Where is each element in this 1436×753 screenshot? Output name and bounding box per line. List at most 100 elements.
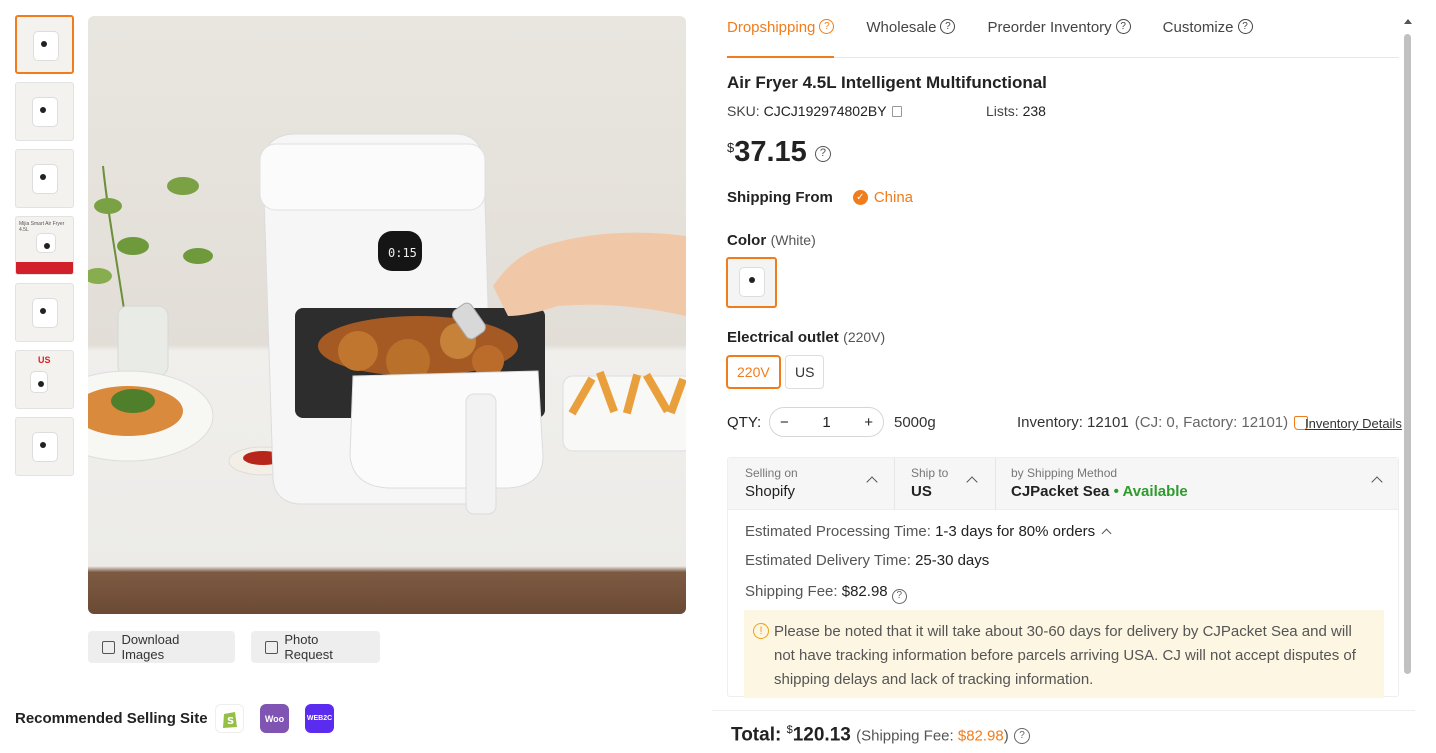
- shopify-icon[interactable]: S: [215, 704, 244, 733]
- chevron-up-icon[interactable]: [1371, 476, 1383, 488]
- tab-customize[interactable]: Customize?: [1163, 16, 1253, 58]
- help-icon[interactable]: ?: [1014, 728, 1031, 745]
- red-band: [16, 262, 73, 274]
- shipping-fee-value: $82.98: [841, 583, 888, 600]
- shipping-method-select[interactable]: by Shipping Method CJPacket Sea • Availa…: [1011, 466, 1188, 500]
- product-title: Air Fryer 4.5L Intelligent Multifunction…: [727, 73, 1047, 92]
- help-icon[interactable]: ?: [814, 145, 831, 162]
- air-fryer-image: [32, 97, 58, 127]
- lists-label: Lists:: [986, 103, 1019, 119]
- inventory-count: Inventory: 12101: [1017, 414, 1129, 431]
- lists-value: 238: [1022, 103, 1046, 119]
- color-swatch-white[interactable]: [726, 257, 777, 308]
- ship-to-label: Ship to: [911, 466, 949, 480]
- scrollbar[interactable]: [1403, 16, 1412, 706]
- thumbnail-4[interactable]: Mijia Smart Air Fryer 4.5L: [15, 216, 74, 275]
- outlet-label-row: Electrical outlet (220V): [727, 329, 885, 347]
- air-fryer-image: [32, 298, 58, 328]
- delivery-value: 25-30 days: [915, 552, 990, 569]
- total-shipping-fee-value: $82.98: [957, 727, 1004, 745]
- processing-label: Estimated Processing Time:: [745, 523, 931, 540]
- delivery-time-row: Estimated Delivery Time: 25-30 days: [745, 552, 989, 569]
- svg-text:S: S: [227, 716, 234, 727]
- scrollbar-thumb[interactable]: [1404, 34, 1411, 674]
- ship-to-value: US: [911, 483, 932, 500]
- thumbnail-6[interactable]: US: [15, 350, 74, 409]
- air-fryer-image: [32, 164, 58, 194]
- recommended-sites: S Woo WEB2C: [215, 704, 334, 733]
- thumbnail-3[interactable]: [15, 149, 74, 208]
- outlet-option-220v[interactable]: 220V: [726, 355, 781, 389]
- thumbnail-2[interactable]: [15, 82, 74, 141]
- inventory-breakdown: (CJ: 0, Factory: 12101): [1134, 414, 1289, 431]
- plant-illustration: [88, 165, 213, 377]
- tab-dropshipping[interactable]: Dropshipping?: [727, 16, 835, 58]
- main-product-image[interactable]: 0:15: [88, 16, 686, 614]
- download-images-button[interactable]: Download Images: [88, 631, 235, 663]
- inventory-details-link[interactable]: Inventory Details: [1305, 416, 1402, 431]
- sku-value: CJCJ192974802BY: [763, 103, 887, 119]
- air-fryer-body: 0:15: [259, 133, 545, 515]
- shipping-from-row: Shipping From ✓ China: [727, 189, 913, 206]
- warning-icon: !: [753, 623, 769, 639]
- tab-preorder-inventory[interactable]: Preorder Inventory?: [987, 16, 1131, 58]
- air-fryer-thumbnail: [739, 267, 765, 297]
- photo-request-button[interactable]: Photo Request: [251, 631, 380, 663]
- shipping-fee-label: Shipping Fee:: [745, 583, 838, 600]
- woocommerce-icon[interactable]: Woo: [260, 704, 289, 733]
- us-badge: US: [38, 355, 51, 365]
- webtoc-icon[interactable]: WEB2C: [305, 704, 334, 733]
- plug-image: [30, 371, 48, 393]
- shipping-notice-text: Please be noted that it will take about …: [774, 623, 1356, 688]
- shipping-method-label: by Shipping Method: [1011, 466, 1118, 480]
- color-label: Color: [727, 232, 767, 249]
- processing-time-row: Estimated Processing Time: 1-3 days for …: [745, 523, 1112, 540]
- air-fryer-image: [36, 233, 56, 253]
- thumbnail-strip: Mijia Smart Air Fryer 4.5L US: [15, 15, 75, 484]
- price: $37.15 ?: [727, 136, 831, 169]
- outlet-label: Electrical outlet: [727, 329, 839, 346]
- scroll-up-arrow[interactable]: [1404, 19, 1412, 24]
- shipping-notice: ! Please be noted that it will take abou…: [744, 610, 1384, 698]
- help-icon[interactable]: ?: [1237, 19, 1253, 34]
- color-value: (White): [770, 232, 816, 248]
- inventory-row: Inventory: 12101 (CJ: 0, Factory: 12101): [1017, 414, 1309, 431]
- shipping-panel: Selling on Shopify Ship to US by Shippin…: [727, 457, 1399, 698]
- thumbnail-1[interactable]: [15, 15, 74, 74]
- thumbnail-7[interactable]: [15, 417, 74, 476]
- copy-icon[interactable]: [892, 106, 903, 117]
- thumbnail-5[interactable]: [15, 283, 74, 342]
- tab-wholesale[interactable]: Wholesale?: [866, 16, 956, 58]
- outlet-value: (220V): [843, 329, 886, 345]
- shipping-from-value: China: [873, 189, 914, 206]
- tab-label: Customize: [1162, 19, 1234, 36]
- download-icon: [102, 640, 116, 654]
- shipping-from-option[interactable]: ✓ China: [852, 189, 914, 206]
- air-fryer-image: [33, 31, 59, 61]
- sku-label: SKU:: [727, 103, 760, 119]
- chevron-up-icon[interactable]: [966, 476, 978, 488]
- outlet-option-us[interactable]: US: [785, 355, 825, 389]
- decrement-button[interactable]: −: [780, 414, 789, 431]
- air-fryer-image: [32, 432, 58, 462]
- chevron-up-icon[interactable]: [1101, 528, 1112, 539]
- check-icon: ✓: [852, 190, 868, 205]
- help-icon[interactable]: ?: [1115, 19, 1131, 34]
- tab-label: Preorder Inventory: [987, 19, 1112, 36]
- air-fryer-photo: 0:15: [88, 133, 686, 515]
- shipping-fee-row: Shipping Fee: $82.98 ?: [745, 583, 907, 604]
- tab-label: Dropshipping: [727, 19, 816, 36]
- quantity-value[interactable]: 1: [822, 414, 830, 431]
- total-shipping-fee: (Shipping Fee: $82.98): [856, 727, 1009, 745]
- help-icon[interactable]: ?: [891, 588, 907, 604]
- qty-label: QTY:: [727, 414, 762, 431]
- shipping-from-label: Shipping From: [727, 189, 833, 206]
- help-icon[interactable]: ?: [819, 19, 835, 34]
- increment-button[interactable]: +: [864, 414, 873, 431]
- recommended-selling-site-label: Recommended Selling Site: [15, 710, 208, 727]
- processing-value: 1-3 days for 80% orders: [935, 523, 1096, 540]
- ship-to-select[interactable]: Ship to US: [911, 466, 948, 500]
- help-icon[interactable]: ?: [940, 19, 956, 34]
- total-row: Total: $120.13 (Shipping Fee: $82.98) ?: [731, 724, 1031, 746]
- quantity-stepper: − 1 +: [769, 407, 884, 437]
